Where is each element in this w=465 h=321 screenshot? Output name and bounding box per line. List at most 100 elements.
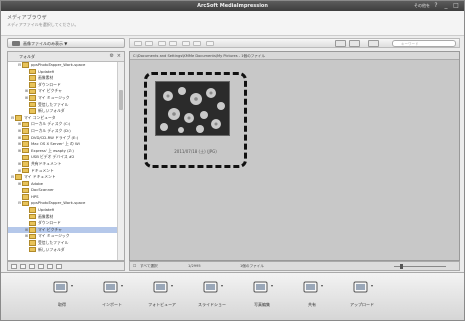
folder-tree-item[interactable]: ⊞ マイ ミュージック	[8, 95, 117, 102]
minimize-button[interactable]: _	[442, 2, 450, 9]
expand-icon[interactable]: ⊞	[25, 88, 28, 95]
folder-label: マイ ミュージック	[38, 94, 70, 100]
rotate-right-icon[interactable]	[145, 41, 153, 46]
sidebar-scrollbar[interactable]	[117, 62, 124, 260]
expand-icon[interactable]: ⊟	[11, 174, 14, 181]
scrollbar-thumb[interactable]	[119, 90, 123, 110]
help-icon[interactable]: ?	[432, 2, 440, 9]
folder-tree-item[interactable]: ⊟ ppsPhotoTapper_Work-space	[8, 200, 117, 207]
maximize-button[interactable]: □	[452, 2, 460, 9]
folder-tree-item[interactable]: ⊞ Mac OS X Server' 上 の Wi	[8, 141, 117, 148]
chevron-down-icon[interactable]: ▾	[71, 283, 73, 288]
expand-icon[interactable]: ⊞	[25, 233, 28, 240]
expand-icon[interactable]: ⊞	[18, 181, 21, 188]
chevron-down-icon[interactable]: ▾	[121, 283, 123, 288]
title-bar: ArcSoft MediaImpression その他を ? _ □	[1, 1, 464, 11]
title-menu[interactable]: その他を	[414, 3, 430, 9]
folder-tree-item[interactable]: 受信したファイル	[8, 102, 117, 109]
folder-tree-item[interactable]: 新しいフォルダ	[8, 247, 117, 254]
folder-tree-item[interactable]: ダウンロード	[8, 82, 117, 89]
chevron-down-icon[interactable]: ▾	[321, 283, 323, 288]
tool-button-2[interactable]: ▾ フォトビューア	[141, 276, 183, 316]
thumbnail-view-icon[interactable]	[335, 40, 346, 47]
expand-icon[interactable]: ⊞	[25, 95, 28, 102]
tool-button-0[interactable]: ▾ 取得	[41, 276, 83, 316]
folder-icon	[22, 147, 29, 154]
chevron-down-icon[interactable]: ▾	[371, 283, 373, 288]
expand-icon[interactable]: ⊞	[18, 161, 21, 168]
folder-tree-item[interactable]: Updatefi	[8, 69, 117, 76]
folder-tree-item[interactable]: Updatefi	[8, 207, 117, 214]
expand-icon[interactable]: ⊞	[18, 141, 21, 148]
file-filter-dropdown[interactable]: 画像ファイルのみ表示 ▼	[7, 38, 125, 48]
thumbnail-area: C:\Documents and Settings\KMMe Documents…	[129, 51, 460, 261]
folder-tree-item[interactable]: ⊞ ローカル ディスク (D:)	[8, 128, 117, 135]
tool-label: インポート	[102, 302, 122, 307]
page-subtitle: メディアファイルを選択してください。	[7, 22, 79, 27]
list-view-icon[interactable]	[349, 40, 360, 47]
expand-icon[interactable]: ⊞	[18, 135, 21, 142]
folder-icon	[29, 207, 36, 213]
select-all-checkbox[interactable]: ☐	[133, 262, 136, 270]
folder-tree-item[interactable]: 新しいフォルダ	[8, 108, 117, 115]
folder-tree-item[interactable]: ⊞ Adobe	[8, 181, 117, 188]
flower-photo[interactable]	[155, 81, 230, 136]
folder-tree-item[interactable]: 画像素材	[8, 75, 117, 82]
delete-icon[interactable]	[158, 41, 166, 46]
tool-button-4[interactable]: ▾ 写真編集	[241, 276, 283, 316]
expand-icon[interactable]: ⊞	[18, 121, 21, 128]
tool-button-5[interactable]: ▾ 共有	[291, 276, 333, 316]
expand-icon[interactable]: ⊞	[25, 227, 28, 234]
folder-tree-item[interactable]: ⊞ 共有ドキュメント	[8, 161, 117, 168]
calendar-icon[interactable]	[56, 264, 62, 269]
expand-icon[interactable]: ⊞	[18, 148, 21, 155]
folder-tree-item[interactable]: ⊞ ローカル ディスク (C:)	[8, 121, 117, 128]
expand-icon[interactable]: ⊟	[18, 62, 21, 69]
thumbnail-item[interactable]: 2011/07/18 (土) (JPG)	[144, 72, 247, 168]
folder-tree-item[interactable]: ⊟ マイ コンピュータ	[8, 115, 117, 122]
folder-tree-item[interactable]: ⊞ マイ ミュージック	[8, 233, 117, 240]
chevron-down-icon[interactable]: ▾	[221, 283, 223, 288]
folder-tree-item[interactable]: HPS	[8, 194, 117, 201]
folder-tree-item[interactable]: ⊟ ppsPhotoTapper_Work-space	[8, 62, 117, 69]
folder-tree-item[interactable]: 受信したファイル	[8, 240, 117, 247]
expand-icon[interactable]: ⊞	[18, 168, 21, 175]
tool-button-3[interactable]: ▾ スライドショー	[191, 276, 233, 316]
folder-tree-item[interactable]: ⊟ マイ ドキュメント	[8, 174, 117, 181]
filter-toggle-icon[interactable]	[47, 264, 53, 269]
print-icon[interactable]	[182, 41, 190, 46]
folder-tree-item[interactable]: ⊞ マイ ピクチャ	[8, 88, 117, 95]
rotate-left-icon[interactable]	[134, 41, 142, 46]
folder-tree-item[interactable]: ⊞ Express' 上 esapty (Z:)	[8, 148, 117, 155]
gear-icon[interactable]: ⚙	[110, 53, 114, 59]
new-folder-icon[interactable]	[11, 264, 17, 269]
folder-icon	[22, 180, 29, 187]
properties-icon[interactable]	[193, 41, 201, 46]
flag-icon[interactable]	[38, 264, 44, 269]
expand-icon[interactable]: ⊟	[11, 115, 14, 122]
folder-tree-item[interactable]: USB ビデオ デバイス #2	[8, 154, 117, 161]
expand-icon[interactable]: ⊞	[18, 128, 21, 135]
folder-label: ローカル ディスク (D:)	[31, 127, 71, 133]
folder-sidebar: フォルダ ⚙ × ⊟ ppsPhotoTapper_Work-space Updat…	[7, 51, 125, 261]
folder-tree-item[interactable]: ダウンロード	[8, 220, 117, 227]
tool-button-1[interactable]: ▾ インポート	[91, 276, 133, 316]
rename-icon[interactable]	[20, 264, 26, 269]
expand-icon[interactable]: ⊟	[18, 200, 21, 207]
folder-tree-item[interactable]: DocScanner	[8, 187, 117, 194]
path-bar: C:\Documents and Settings\KMMe Documents…	[130, 52, 459, 60]
folder-tree-item[interactable]: ⊞ ドキュメント	[8, 168, 117, 175]
info-icon[interactable]	[169, 41, 177, 46]
tool-button-6[interactable]: ▾ アップロード	[341, 276, 383, 316]
chevron-down-icon[interactable]: ▾	[171, 283, 173, 288]
chevron-down-icon[interactable]: ▾	[271, 283, 273, 288]
trash-icon[interactable]	[206, 41, 214, 46]
delete-folder-icon[interactable]	[29, 264, 35, 269]
folder-tree-item[interactable]: 画像素材	[8, 214, 117, 221]
folder-tree-item[interactable]: ⊞ マイ ピクチャ	[8, 226, 117, 234]
sort-icon[interactable]	[368, 40, 379, 47]
folder-tree-item[interactable]: ⊞ DVD/CD-RW ドライブ (E:)	[8, 135, 117, 142]
zoom-slider-knob[interactable]	[400, 264, 403, 269]
search-input[interactable]: キーワード	[392, 40, 456, 47]
close-icon[interactable]: ×	[117, 53, 121, 59]
